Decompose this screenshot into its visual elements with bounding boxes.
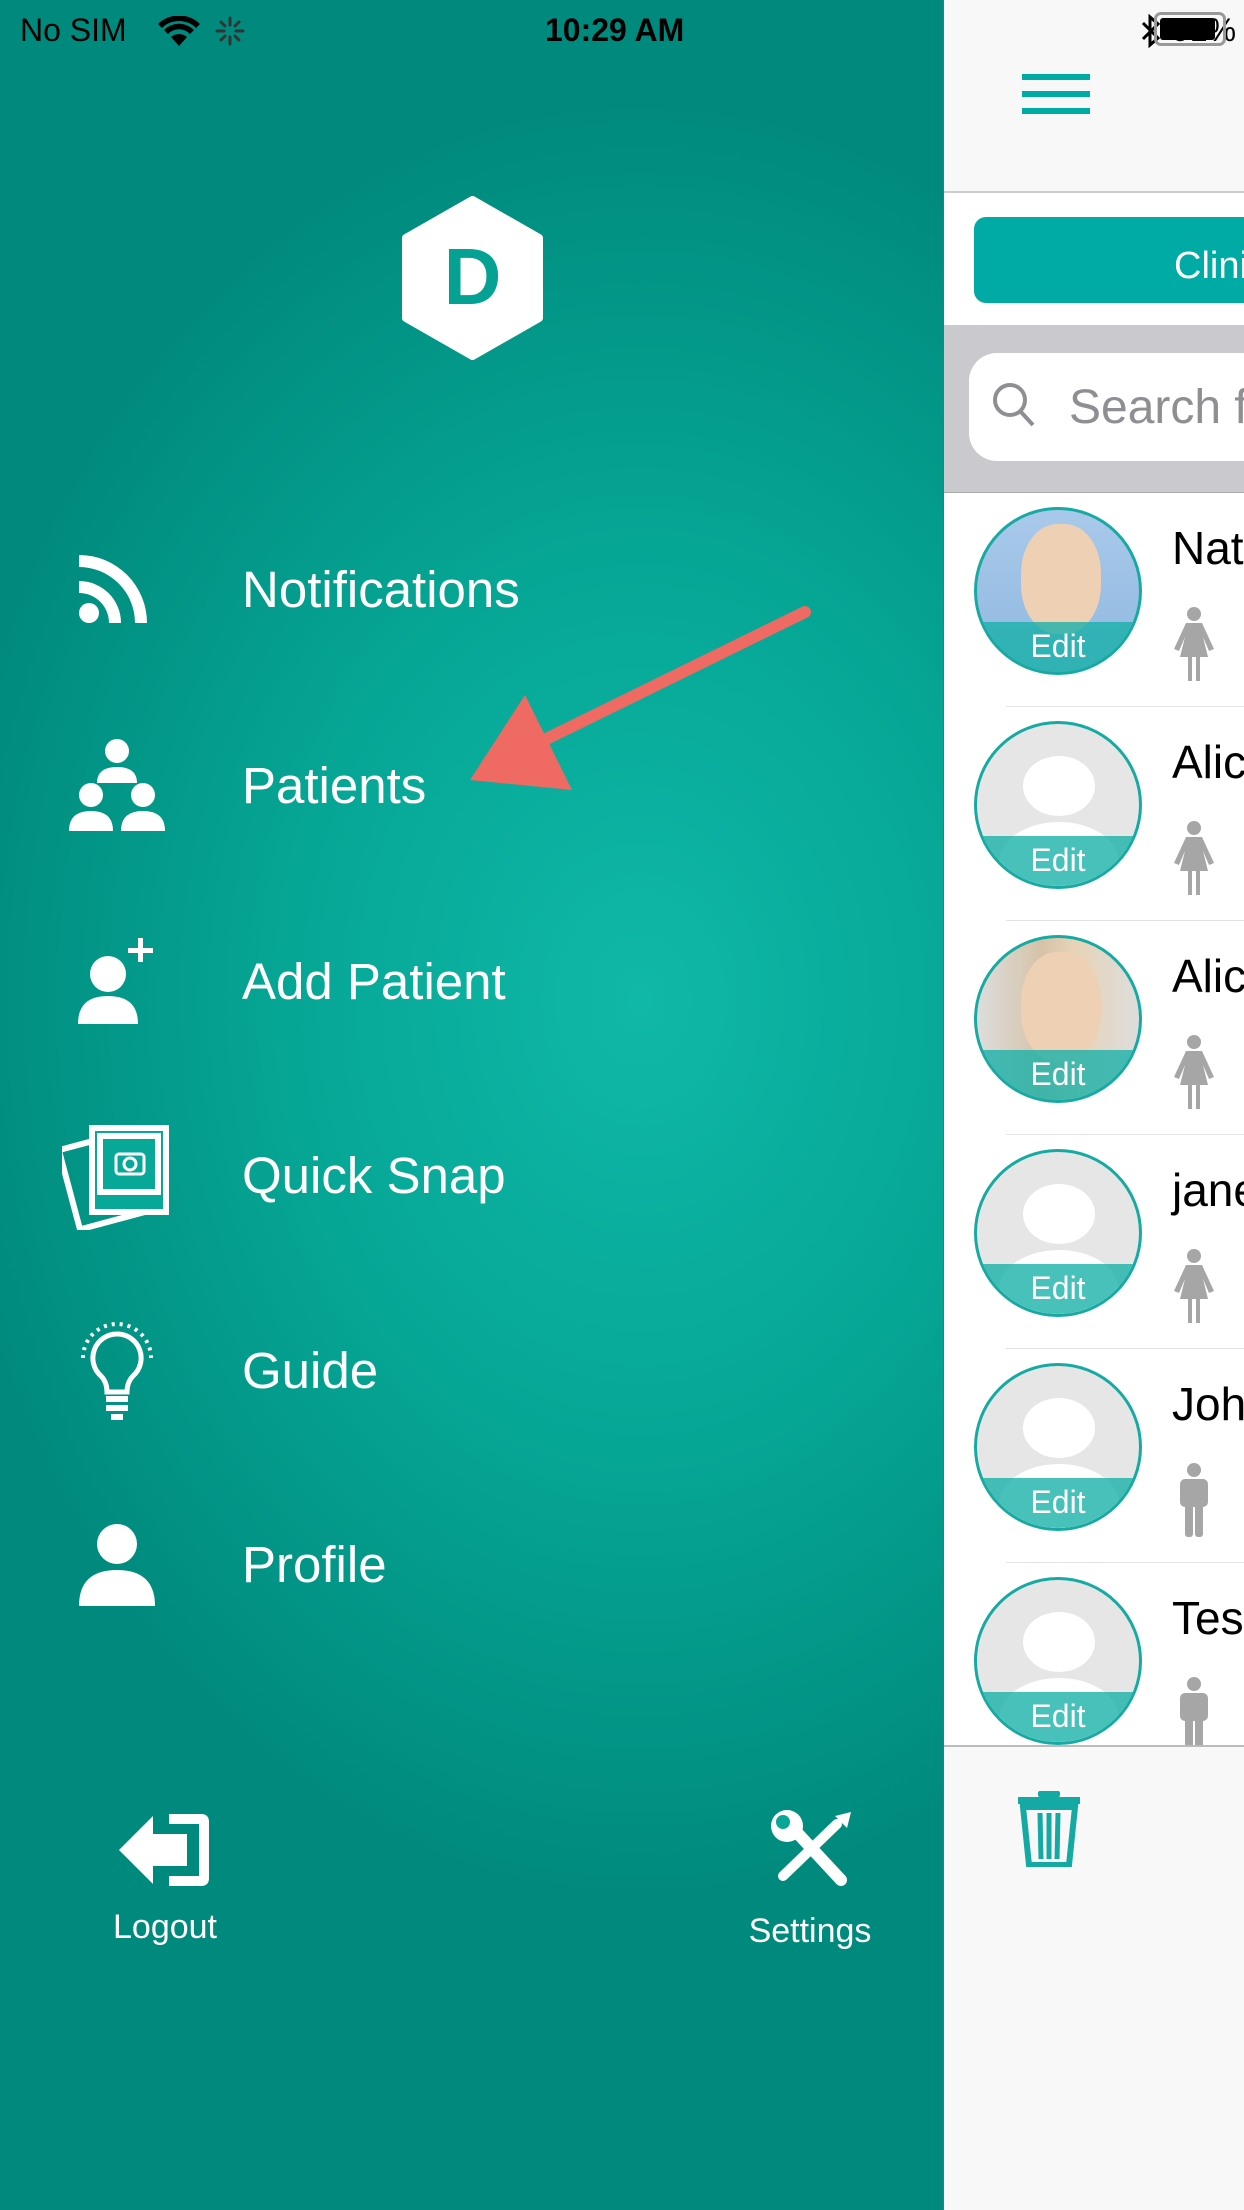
annotation-arrow xyxy=(470,606,811,790)
